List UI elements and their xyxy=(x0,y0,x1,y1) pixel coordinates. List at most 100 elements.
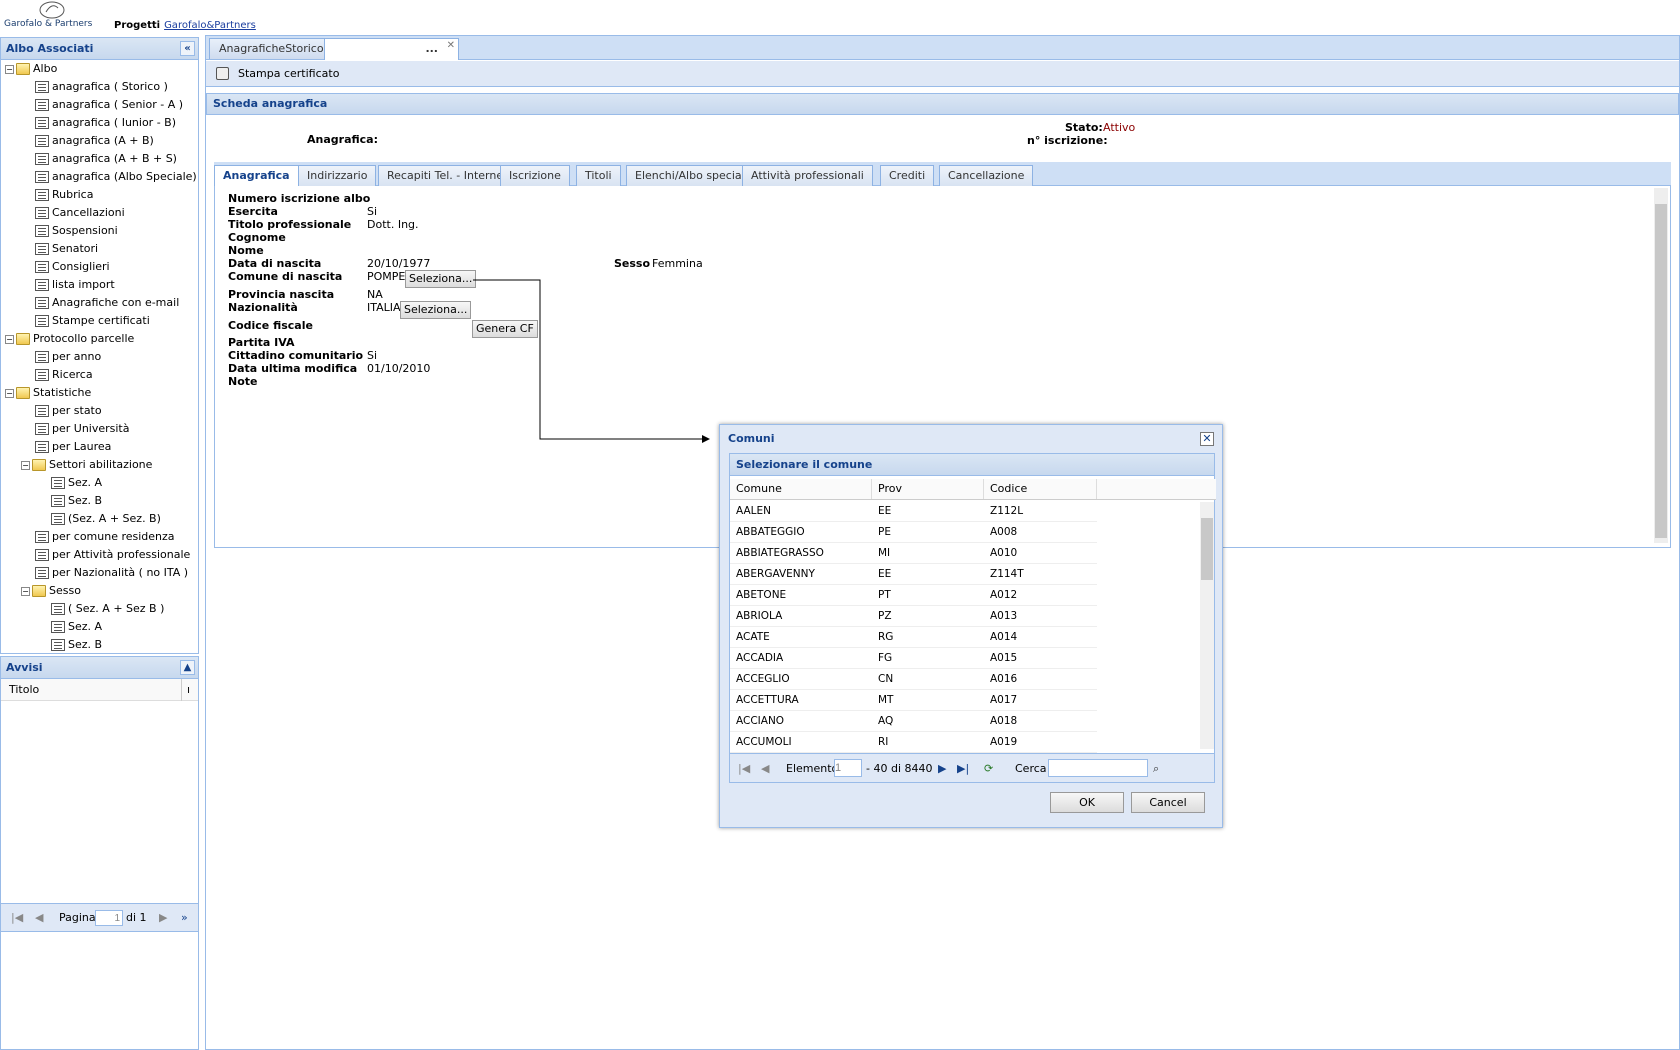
tree-leaf[interactable]: anagrafica (Albo Speciale) xyxy=(35,168,197,186)
inner-tab[interactable]: Anagrafica xyxy=(214,165,299,186)
tree-leaf[interactable]: anagrafica (A + B + S) xyxy=(35,150,177,168)
tree-leaf[interactable]: Anagrafiche con e-mail xyxy=(35,294,179,312)
search-icon[interactable]: ⌕ xyxy=(1153,754,1159,783)
table-row[interactable]: ABETONE PT A012 xyxy=(730,585,1097,606)
table-row[interactable]: ABRIOLA PZ A013 xyxy=(730,606,1097,627)
tab-close-icon[interactable]: ✕ xyxy=(447,36,455,56)
inner-tab[interactable]: Indirizzario xyxy=(298,165,377,186)
inner-tab[interactable]: Elenchi/Albo speciali xyxy=(626,165,757,186)
collapse-toggle-icon[interactable]: − xyxy=(21,586,30,596)
table-row[interactable]: ABERGAVENNY EE Z114T xyxy=(730,564,1097,585)
elemento-input[interactable] xyxy=(834,759,862,777)
tree-folder[interactable]: − Statistiche xyxy=(5,384,91,402)
form-scrollbar[interactable] xyxy=(1654,188,1668,543)
table-row[interactable]: ABBATEGGIO PE A008 xyxy=(730,522,1097,543)
tree-leaf[interactable]: per stato xyxy=(35,402,102,420)
print-certificate-button[interactable]: Stampa certificato xyxy=(238,61,339,87)
collapse-up-icon[interactable]: ▲ xyxy=(180,660,195,675)
cerca-input[interactable] xyxy=(1048,759,1148,777)
page-input[interactable] xyxy=(95,910,123,926)
tab-current[interactable]: ... ✕ xyxy=(324,38,459,60)
tree-leaf[interactable]: anagrafica ( Storico ) xyxy=(35,78,168,96)
tree-leaf[interactable]: per Laurea xyxy=(35,438,111,456)
table-row[interactable]: ABBIATEGRASSO MI A010 xyxy=(730,543,1097,564)
seleziona-comune-button[interactable]: Seleziona... xyxy=(405,270,477,288)
tree-leaf[interactable]: Cancellazioni xyxy=(35,204,125,222)
refresh-icon[interactable]: ⟳ xyxy=(984,754,993,783)
last-page-icon[interactable]: ▶| xyxy=(957,754,969,783)
table-row[interactable]: ACCEGLIO CN A016 xyxy=(730,669,1097,690)
tree-leaf[interactable]: (Sez. A + Sez. B) xyxy=(51,510,161,528)
collapse-toggle-icon[interactable]: − xyxy=(5,334,14,344)
tree-leaf[interactable]: anagrafica ( Iunior - B) xyxy=(35,114,176,132)
tree-leaf[interactable]: per comune residenza xyxy=(35,528,175,546)
tree-leaf[interactable]: Sez. A xyxy=(51,618,102,636)
table-row[interactable]: ACCADIA FG A015 xyxy=(730,648,1097,669)
tab-anagrafiche-storico[interactable]: AnagraficheStorico xyxy=(209,38,334,59)
column-codice[interactable]: Codice xyxy=(984,479,1097,499)
tree-folder[interactable]: − Albo xyxy=(5,60,57,78)
ok-button[interactable]: OK xyxy=(1050,792,1124,813)
table-row[interactable]: ACCUMOLI RI A019 xyxy=(730,732,1097,753)
tree-leaf[interactable]: lista import xyxy=(35,276,115,294)
inner-tab[interactable]: Titoli xyxy=(576,165,621,186)
tree-leaf[interactable]: Sez. B xyxy=(51,492,102,510)
first-page-icon[interactable]: |◀ xyxy=(11,904,23,932)
column-header-titolo[interactable]: Titolo ı xyxy=(1,679,198,701)
tree-leaf[interactable]: Consiglieri xyxy=(35,258,110,276)
inner-tab[interactable]: Attività professionali xyxy=(742,165,873,186)
projects-link[interactable]: Garofalo&Partners xyxy=(164,20,256,31)
tree-node-label: per comune residenza xyxy=(52,530,175,543)
column-prov[interactable]: Prov xyxy=(872,479,984,499)
table-cell: A010 xyxy=(990,547,1018,559)
tree-leaf[interactable]: Sez. B xyxy=(51,636,102,654)
tree-leaf[interactable]: Rubrica xyxy=(35,186,93,204)
collapse-toggle-icon[interactable]: − xyxy=(5,388,14,398)
table-row[interactable]: ACCETTURA MT A017 xyxy=(730,690,1097,711)
prev-page-icon[interactable]: ◀ xyxy=(35,904,43,932)
tree-leaf[interactable]: Senatori xyxy=(35,240,98,258)
collapse-icon[interactable]: « xyxy=(180,41,195,56)
table-row[interactable]: ACATE RG A014 xyxy=(730,627,1097,648)
grid-scrollbar-thumb[interactable] xyxy=(1201,518,1213,580)
table-cell: PT xyxy=(878,589,891,601)
dialog-header[interactable]: Comuni ✕ xyxy=(720,425,1222,453)
tree-leaf[interactable]: Stampe certificati xyxy=(35,312,150,330)
column-comune[interactable]: Comune xyxy=(730,479,872,499)
tree-folder[interactable]: − Settori abilitazione xyxy=(21,456,152,474)
tree-folder[interactable]: − Sesso xyxy=(21,582,81,600)
cancel-button[interactable]: Cancel xyxy=(1131,792,1205,813)
collapse-toggle-icon[interactable]: − xyxy=(5,64,14,74)
next-page-icon[interactable]: ▶ xyxy=(938,754,946,783)
close-icon[interactable]: ✕ xyxy=(1200,432,1214,446)
tree-leaf[interactable]: per anno xyxy=(35,348,101,366)
scrollbar-thumb[interactable] xyxy=(1655,204,1667,538)
prev-page-icon[interactable]: ◀ xyxy=(761,754,769,783)
seleziona-nazionalita-button[interactable]: Seleziona... xyxy=(400,301,472,319)
next-page-icon[interactable]: ▶ xyxy=(159,904,167,932)
tree-leaf[interactable]: Sez. A xyxy=(51,474,102,492)
column-extra[interactable]: ı xyxy=(180,679,190,701)
tree-leaf[interactable]: anagrafica ( Senior - A ) xyxy=(35,96,183,114)
first-page-icon[interactable]: |◀ xyxy=(738,754,750,783)
table-row[interactable]: AALEN EE Z112L xyxy=(730,501,1097,522)
tree-leaf[interactable]: Sospensioni xyxy=(35,222,118,240)
tree-leaf[interactable]: per Nazionalità ( no ITA ) xyxy=(35,564,188,582)
tree-folder[interactable]: − Protocollo parcelle xyxy=(5,330,134,348)
inner-tabbar: Anagrafica Indirizzario Recapiti Tel. - In… xyxy=(214,162,1671,186)
tree-leaf[interactable]: per Università xyxy=(35,420,130,438)
inner-tab[interactable]: Iscrizione xyxy=(500,165,570,186)
tree-leaf[interactable]: ( Sez. A + Sez B ) xyxy=(51,600,164,618)
grid-scrollbar[interactable] xyxy=(1200,502,1214,749)
table-row[interactable]: ACCIANO AQ A018 xyxy=(730,711,1097,732)
inner-tab[interactable]: Cancellazione xyxy=(939,165,1034,186)
tree-leaf[interactable]: Ricerca xyxy=(35,366,93,384)
inner-tab[interactable]: Recapiti Tel. - Internet xyxy=(378,165,517,186)
tree-leaf[interactable]: per Attività professionale xyxy=(35,546,190,564)
last-page-icon[interactable]: » xyxy=(181,904,188,932)
printer-icon[interactable] xyxy=(216,67,229,80)
table-cell: AQ xyxy=(878,715,894,727)
tree-leaf[interactable]: anagrafica (A + B) xyxy=(35,132,154,150)
inner-tab[interactable]: Crediti xyxy=(880,165,935,186)
collapse-toggle-icon[interactable]: − xyxy=(21,460,30,470)
